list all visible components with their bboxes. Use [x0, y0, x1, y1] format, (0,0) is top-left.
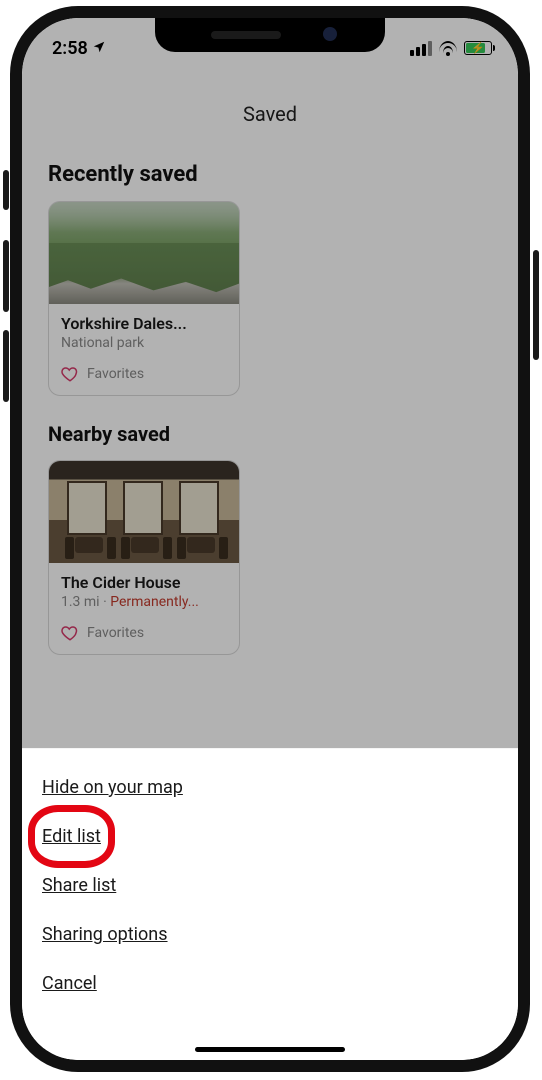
- status-time: 2:58: [52, 38, 88, 59]
- device-frame: 2:58 ⚡ Saved Recently saved: [10, 6, 530, 1072]
- dot-separator: ·: [100, 594, 111, 610]
- action-cancel[interactable]: Cancel: [42, 959, 97, 1008]
- page-title: Saved: [22, 66, 518, 154]
- recent-card-image: [49, 202, 239, 304]
- action-hide-on-map[interactable]: Hide on your map: [42, 763, 183, 812]
- action-sharing-options[interactable]: Sharing options: [42, 910, 168, 959]
- heart-icon: [61, 365, 79, 383]
- heart-icon: [61, 624, 79, 642]
- recent-card[interactable]: Yorkshire Dales... National park Favorit…: [48, 201, 240, 396]
- recent-card-title: Yorkshire Dales...: [61, 314, 227, 333]
- device-volume-down: [3, 330, 9, 402]
- cellular-signal-icon: [410, 41, 432, 56]
- device-volume-up: [3, 240, 9, 312]
- wifi-icon: [438, 41, 458, 55]
- nearby-card-subtitle: 1.3 mi · Permanently...: [61, 594, 227, 610]
- device-silent-switch: [3, 170, 9, 210]
- section-heading-nearby: Nearby saved: [22, 396, 518, 460]
- action-edit-list[interactable]: Edit list: [42, 812, 101, 861]
- recent-card-subtitle: National park: [61, 335, 227, 351]
- device-side-button: [533, 250, 539, 360]
- charging-bolt-icon: ⚡: [471, 42, 485, 55]
- nearby-card-distance: 1.3 mi: [61, 594, 100, 610]
- nearby-card-status: Permanently...: [110, 594, 199, 610]
- section-heading-recent: Recently saved: [22, 154, 518, 201]
- action-sheet: Hide on your map Edit list Share list Sh…: [22, 748, 518, 1060]
- nearby-card-list-label: Favorites: [87, 625, 144, 641]
- screen: 2:58 ⚡ Saved Recently saved: [22, 18, 518, 1060]
- nearby-card-image: [49, 461, 239, 563]
- nearby-card[interactable]: The Cider House 1.3 mi · Permanently... …: [48, 460, 240, 655]
- location-arrow-icon: [92, 38, 106, 59]
- recent-card-list-label: Favorites: [87, 366, 144, 382]
- action-share-list[interactable]: Share list: [42, 861, 116, 910]
- home-indicator[interactable]: [195, 1047, 345, 1052]
- device-notch: [155, 18, 385, 52]
- nearby-card-title: The Cider House: [61, 573, 227, 592]
- battery-icon: ⚡: [464, 41, 492, 55]
